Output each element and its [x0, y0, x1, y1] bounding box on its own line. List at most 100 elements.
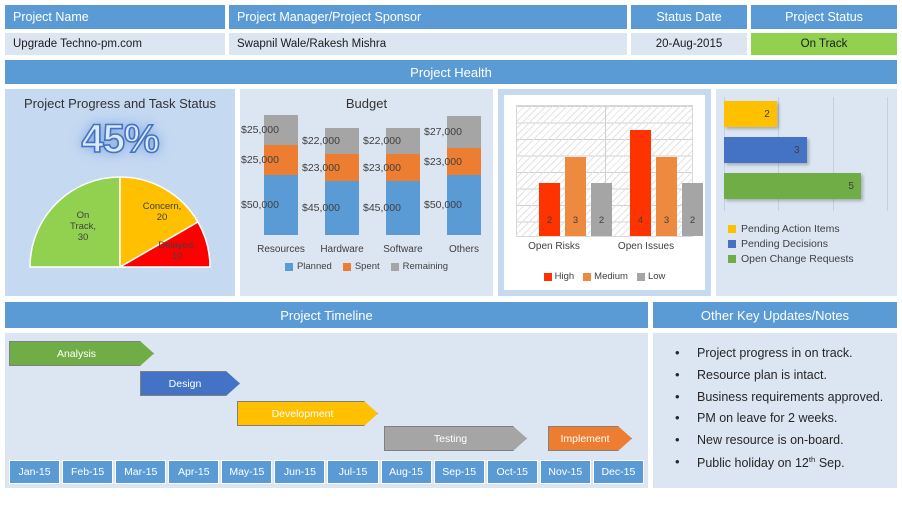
list-item: Project progress in on track. — [671, 344, 887, 363]
project-manager-value: Swapnil Wale/Rakesh Mishra — [228, 32, 628, 56]
progress-panel: Project Progress and Task Status 45% On … — [4, 88, 236, 297]
risks-legend-medium: Medium — [583, 271, 628, 282]
project-status-dashboard: Project Name Upgrade Techno-pm.com Proje… — [0, 0, 902, 512]
budget-seg-remaining: $25,000 — [241, 115, 298, 145]
timeline-phase-analysis: Analysis — [9, 341, 154, 366]
progress-panel-title: Project Progress and Task Status — [24, 96, 216, 111]
budget-legend-spent: Spent — [342, 261, 380, 272]
project-health-band: Project Health — [4, 59, 898, 85]
risks-legend-low: Low — [636, 271, 665, 282]
issue-bar-medium: 3 — [656, 157, 677, 236]
budget-seg-remaining: $22,000 — [302, 128, 359, 154]
task-status-gauge: On Track, 30 Concern, 20 Delayed, 10 — [25, 172, 215, 268]
legend-swatch-icon — [543, 272, 552, 281]
budget-column-resources: $25,000 $25,000 $50,000 — [241, 115, 298, 235]
gridline — [887, 97, 889, 211]
budget-seg-planned: $45,000 — [363, 181, 420, 235]
risks-chart-frame: 2 3 2 4 3 2 Open Risks Open Issues High … — [504, 95, 705, 290]
notes-band: Other Key Updates/Notes — [652, 301, 898, 329]
action-bar-pending-action-items: 2 — [724, 101, 777, 127]
legend-swatch-icon — [390, 262, 399, 271]
project-status-header: Project Status — [750, 4, 898, 30]
month-jan: Jan-15 — [9, 460, 61, 484]
actions-chart: 2 3 5 — [716, 89, 897, 219]
legend-swatch-icon — [728, 225, 736, 233]
action-bar-open-change-requests: 5 — [724, 173, 861, 199]
actions-legend-pending-decisions: Pending Decisions — [728, 238, 897, 250]
action-bar-pending-decisions: 3 — [724, 137, 807, 163]
project-manager-column: Project Manager/Project Sponsor Swapnil … — [228, 4, 628, 56]
budget-category-resources: Resources — [257, 244, 305, 255]
bottom-row: Project Timeline Analysis Design Develop… — [4, 301, 898, 489]
budget-seg-planned: $50,000 — [241, 175, 298, 235]
month-oct: Oct-15 — [486, 460, 538, 484]
list-item-holiday: Public holiday on 12th Sep. — [671, 453, 887, 473]
budget-seg-planned: $50,000 — [424, 175, 481, 235]
gauge-slice-on-track — [29, 176, 121, 268]
project-name-column: Project Name Upgrade Techno-pm.com — [4, 4, 226, 56]
holiday-suffix: Sep. — [815, 455, 845, 470]
risks-legend: High Medium Low — [504, 271, 705, 282]
legend-swatch-icon — [728, 255, 736, 263]
month-dec: Dec-15 — [592, 460, 644, 484]
legend-swatch-icon — [583, 272, 592, 281]
list-item: Resource plan is intact. — [671, 366, 887, 385]
status-date-column: Status Date 20-Aug-2015 — [630, 4, 748, 56]
timeline-phase-testing: Testing — [384, 426, 527, 451]
project-name-header: Project Name — [4, 4, 226, 30]
budget-seg-spent: $23,000 — [363, 154, 420, 181]
timeline-month-axis: Jan-15 Feb-15 Mar-15 Apr-15 May-15 Jun-1… — [9, 460, 644, 484]
project-name-value: Upgrade Techno-pm.com — [4, 32, 226, 56]
budget-seg-planned: $45,000 — [302, 181, 359, 235]
timeline-body: Analysis Design Development Testing Impl… — [4, 332, 649, 489]
timeline-section: Project Timeline Analysis Design Develop… — [4, 301, 649, 489]
issue-bar-high: 4 — [630, 130, 651, 236]
budget-column-others: $27,000 $23,000 $50,000 — [424, 116, 481, 235]
legend-swatch-icon — [636, 272, 645, 281]
budget-chart: $25,000 $25,000 $50,000 Resources $22,00… — [240, 113, 493, 259]
status-date-header: Status Date — [630, 4, 748, 30]
holiday-prefix: Public holiday on 12 — [697, 455, 809, 470]
risks-issues-panel: 2 3 2 4 3 2 Open Risks Open Issues High … — [497, 88, 712, 297]
month-aug: Aug-15 — [380, 460, 432, 484]
budget-category-hardware: Hardware — [320, 244, 364, 255]
risks-legend-high: High — [543, 271, 574, 282]
project-status-column: Project Status On Track — [750, 4, 898, 56]
project-health-row: Project Progress and Task Status 45% On … — [4, 88, 898, 297]
budget-legend: Planned Spent Remaining — [240, 261, 493, 272]
actions-legend-open-change-requests: Open Change Requests — [728, 253, 897, 265]
budget-category-others: Others — [448, 244, 479, 255]
month-feb: Feb-15 — [62, 460, 114, 484]
legend-swatch-icon — [728, 240, 736, 248]
budget-seg-spent: $25,000 — [241, 145, 298, 175]
list-item: New resource is on-board. — [671, 431, 887, 450]
risk-bar-medium: 3 — [565, 157, 586, 236]
risk-bar-high: 2 — [539, 183, 560, 236]
list-item: Business requirements approved. — [671, 388, 887, 407]
status-badge: On Track — [750, 32, 898, 56]
budget-legend-remaining: Remaining — [390, 261, 448, 272]
month-jul: Jul-15 — [327, 460, 379, 484]
budget-seg-spent: $23,000 — [424, 148, 481, 175]
notes-body: Project progress in on track. Resource p… — [652, 332, 898, 489]
project-manager-header: Project Manager/Project Sponsor — [228, 4, 628, 30]
month-mar: Mar-15 — [115, 460, 167, 484]
legend-swatch-icon — [284, 262, 293, 271]
budget-column-hardware: $22,000 $23,000 $45,000 — [302, 128, 359, 235]
budget-seg-spent: $23,000 — [302, 154, 359, 181]
progress-percent: 45% — [81, 116, 161, 162]
status-date-value: 20-Aug-2015 — [630, 32, 748, 56]
budget-column-software: $22,000 $23,000 $45,000 — [363, 128, 420, 235]
budget-panel: Budget $25,000 $25,000 $50,000 Resources — [239, 88, 494, 297]
month-apr: Apr-15 — [168, 460, 220, 484]
month-nov: Nov-15 — [539, 460, 591, 484]
timeline-phase-implement: Implement — [548, 426, 632, 451]
timeline-track: Analysis Design Development Testing Impl… — [5, 333, 648, 453]
actions-legend: Pending Action Items Pending Decisions O… — [716, 219, 897, 265]
notes-section: Other Key Updates/Notes Project progress… — [652, 301, 898, 489]
timeline-phase-design: Design — [140, 371, 240, 396]
risks-category-open-issues: Open Issues — [617, 241, 675, 252]
project-info-table: Project Name Upgrade Techno-pm.com Proje… — [4, 4, 898, 56]
list-item: PM on leave for 2 weeks. — [671, 409, 887, 428]
gauge-svg — [29, 176, 211, 268]
